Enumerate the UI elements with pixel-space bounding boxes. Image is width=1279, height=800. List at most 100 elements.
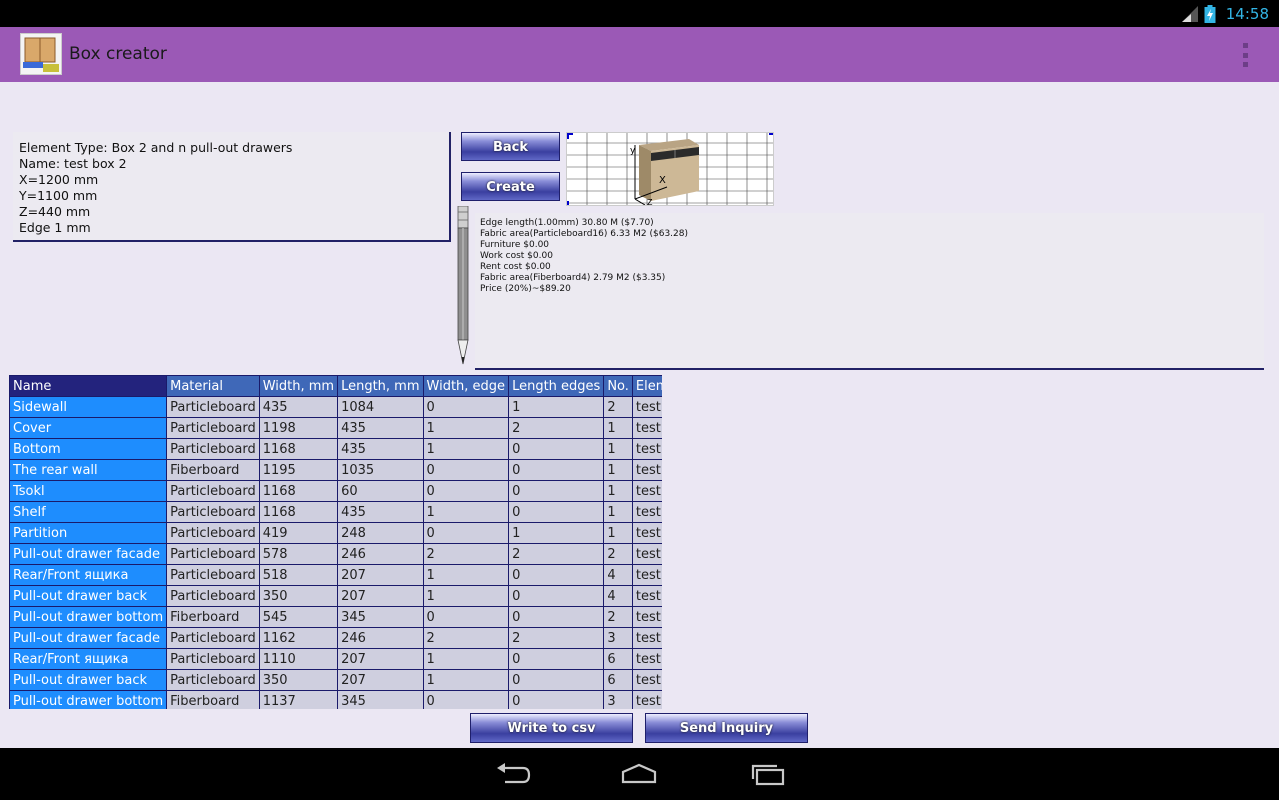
table-cell: 0 <box>422 690 510 709</box>
table-cell: 3 <box>603 627 633 649</box>
table-cell: 0 <box>422 522 510 544</box>
table-cell: test box 2 <box>631 690 662 709</box>
part-name-cell[interactable]: Rear/Front ящика <box>9 648 168 670</box>
column-header[interactable]: No. <box>603 375 633 397</box>
table-row[interactable]: Pull-out drawer bottom Fiberboard 1137 345 0… <box>9 690 662 709</box>
table-cell: test box 2 <box>631 606 662 628</box>
nav-recents-icon[interactable] <box>747 760 787 788</box>
table-cell: 1 <box>508 522 605 544</box>
info-line: Edge 1 mm <box>19 220 91 235</box>
part-name-cell[interactable]: Pull-out drawer bottom <box>9 690 168 709</box>
table-cell: 0 <box>508 606 605 628</box>
part-name-cell[interactable]: Pull-out drawer back <box>9 585 168 607</box>
write-csv-button[interactable]: Write to csv <box>470 713 633 743</box>
info-line: Element Type: Box 2 and n pull-out drawe… <box>19 140 293 155</box>
part-name-cell[interactable]: Shelf <box>9 501 168 523</box>
table-row[interactable]: Pull-out drawer bottom Fiberboard 545 345 0 0… <box>9 606 662 628</box>
part-name-cell[interactable]: Tsokl <box>9 480 168 502</box>
battery-icon <box>1204 4 1216 23</box>
table-cell: test box 2 <box>631 627 662 649</box>
table-cell: Particleboard <box>166 480 260 502</box>
column-header[interactable]: Length, mm <box>337 375 424 397</box>
back-button[interactable]: Back <box>461 132 560 161</box>
app-icon <box>20 33 62 75</box>
table-cell: 0 <box>422 480 510 502</box>
table-cell: 545 <box>258 606 339 628</box>
table-cell: Particleboard <box>166 627 260 649</box>
status-time: 14:58 <box>1225 4 1269 23</box>
table-row[interactable]: Pull-out drawer facade Particleboard 578 24… <box>9 543 662 565</box>
table-cell: 1 <box>508 396 605 418</box>
part-name-cell[interactable]: Cover <box>9 417 168 439</box>
parts-table-scroll[interactable]: Name Material Width, mm Length, mm Width… <box>9 375 662 709</box>
table-header-row: Name Material Width, mm Length, mm Width… <box>9 375 662 397</box>
table-cell: 6 <box>603 669 633 691</box>
table-cell: 60 <box>337 480 424 502</box>
part-name-cell[interactable]: Partition <box>9 522 168 544</box>
table-row[interactable]: SidewallParticleboard4351084012test box … <box>9 396 662 418</box>
table-cell: 1168 <box>258 480 339 502</box>
table-row[interactable]: BottomParticleboard1168435101test box 2 <box>9 438 662 460</box>
table-row[interactable]: CoverParticleboard1198435121test box 2 <box>9 417 662 439</box>
nav-back-icon[interactable] <box>493 760 533 788</box>
table-cell: Particleboard <box>166 522 260 544</box>
column-header[interactable]: Width, mm <box>258 375 339 397</box>
table-row[interactable]: PartitionParticleboard419248011test box … <box>9 522 662 544</box>
column-header[interactable]: Length edges <box>508 375 605 397</box>
app-title: Box creator <box>69 44 167 64</box>
table-cell: test box 2 <box>631 459 662 481</box>
column-header[interactable]: Material <box>166 375 260 397</box>
overflow-menu-icon[interactable] <box>1240 43 1250 67</box>
table-cell: 0 <box>508 648 605 670</box>
table-cell: test box 2 <box>631 648 662 670</box>
table-row[interactable]: Rear/Front ящика Particleboard 1110 207 1 0 6 t… <box>9 648 662 670</box>
axis-x-label: X <box>659 175 666 186</box>
cost-line: Furniture $0.00 <box>480 240 550 250</box>
part-name-cell[interactable]: Pull-out drawer facade <box>9 543 168 565</box>
table-cell: 0 <box>508 690 605 709</box>
table-cell: 207 <box>337 564 424 586</box>
create-button[interactable]: Create <box>461 172 560 201</box>
table-cell: test box 2 <box>631 438 662 460</box>
table-cell: 1084 <box>337 396 424 418</box>
table-row[interactable]: The rear wallFiberboard11951035001test b… <box>9 459 662 481</box>
table-cell: 1137 <box>258 690 339 709</box>
table-cell: 2 <box>508 417 605 439</box>
table-cell: 0 <box>508 585 605 607</box>
table-row[interactable]: Pull-out drawer facade Particleboard 1162 2… <box>9 627 662 649</box>
part-name-cell[interactable]: Pull-out drawer back <box>9 669 168 691</box>
part-name-cell[interactable]: Pull-out drawer bottom <box>9 606 168 628</box>
table-cell: 1195 <box>258 459 339 481</box>
box-preview-image[interactable]: y X Z <box>566 132 774 206</box>
table-cell: 1 <box>422 501 510 523</box>
part-name-cell[interactable]: The rear wall <box>9 459 168 481</box>
table-row[interactable]: Pull-out drawer back Particleboard 350 207 1… <box>9 669 662 691</box>
part-name-cell[interactable]: Sidewall <box>9 396 168 418</box>
table-cell: 248 <box>337 522 424 544</box>
part-name-cell[interactable]: Bottom <box>9 438 168 460</box>
column-header[interactable]: Name <box>9 375 168 397</box>
content-area: Element Type: Box 2 and n pull-out drawe… <box>0 82 1279 748</box>
table-cell: 0 <box>508 564 605 586</box>
table-row[interactable]: Rear/Front ящика Particleboard 518 207 1 0 4 te… <box>9 564 662 586</box>
table-cell: Particleboard <box>166 501 260 523</box>
pencil-icon[interactable] <box>456 206 470 372</box>
part-name-cell[interactable]: Rear/Front ящика <box>9 564 168 586</box>
table-cell: 1 <box>603 501 633 523</box>
table-cell: 1 <box>603 438 633 460</box>
column-header[interactable]: Width, edge <box>422 375 510 397</box>
part-name-cell[interactable]: Pull-out drawer facade <box>9 627 168 649</box>
table-cell: 1 <box>603 417 633 439</box>
table-row[interactable]: ShelfParticleboard1168435101test box 2 <box>9 501 662 523</box>
column-header[interactable]: Element <box>631 375 662 397</box>
table-cell: 1 <box>603 459 633 481</box>
table-row[interactable]: Pull-out drawer back Particleboard 350 207 1… <box>9 585 662 607</box>
send-inquiry-button[interactable]: Send Inquiry <box>645 713 808 743</box>
table-row[interactable]: TsoklParticleboard116860001test box 2 <box>9 480 662 502</box>
table-cell: Fiberboard <box>166 459 260 481</box>
signal-icon <box>1181 5 1198 22</box>
nav-home-icon[interactable] <box>619 760 659 788</box>
table-cell: 4 <box>603 585 633 607</box>
table-cell: 1 <box>603 522 633 544</box>
table-cell: 435 <box>337 438 424 460</box>
